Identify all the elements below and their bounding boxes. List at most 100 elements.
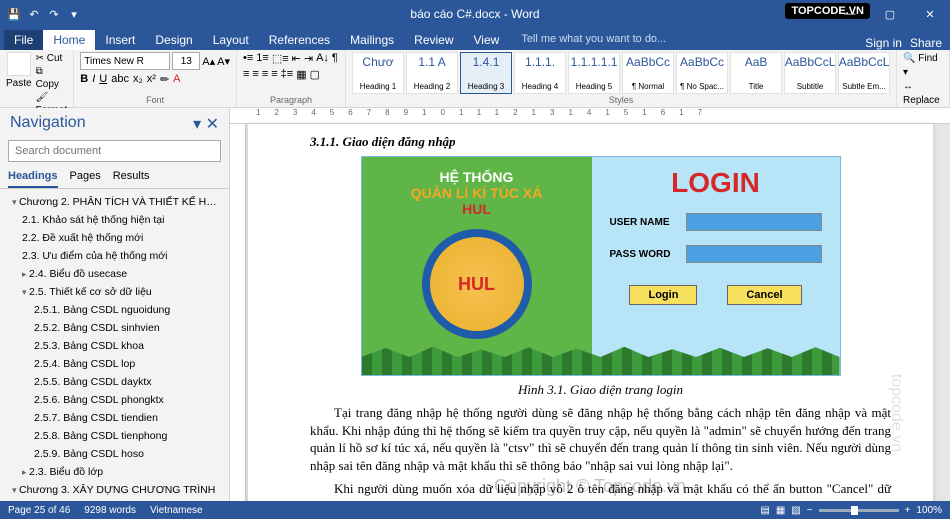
redo-icon[interactable]: ↷ — [46, 6, 62, 22]
nav-heading-item[interactable]: 2.5.4. Bảng CSDL lop — [8, 355, 225, 373]
view-web-icon[interactable]: ▧ — [791, 505, 800, 516]
nav-heading-item[interactable]: 2.5.7. Bảng CSDL tiendien — [8, 409, 225, 427]
navtab-headings[interactable]: Headings — [8, 166, 58, 188]
grow-font-icon[interactable]: A▴ — [202, 55, 215, 68]
align-center-icon[interactable]: ≡ — [252, 68, 258, 81]
navtab-pages[interactable]: Pages — [70, 166, 101, 188]
watermark-side: topcode.vn — [887, 374, 905, 452]
shrink-font-icon[interactable]: A▾ — [217, 55, 230, 68]
strike-button[interactable]: abc — [111, 73, 129, 86]
nav-heading-item[interactable]: 3.1. Giao diện — [8, 499, 225, 501]
align-left-icon[interactable]: ≡ — [243, 68, 249, 81]
tab-mailings[interactable]: Mailings — [340, 30, 404, 50]
find-button[interactable]: 🔍 Find ▾ — [903, 52, 943, 80]
maximize-icon[interactable]: ▢ — [870, 0, 910, 28]
status-lang[interactable]: Vietnamese — [150, 505, 203, 516]
horizontal-ruler[interactable]: 1234567891011121314151617 — [230, 108, 950, 124]
fig-password-label: PASS WORD — [610, 249, 678, 260]
search-document-input[interactable] — [8, 140, 221, 162]
nav-heading-item[interactable]: 2.5. Thiết kế cơ sở dữ liệu — [8, 283, 225, 301]
nav-heading-item[interactable]: 2.5.5. Bảng CSDL dayktx — [8, 373, 225, 391]
fig-password-input — [686, 245, 822, 263]
sign-in-button[interactable]: Sign in — [865, 36, 902, 50]
zoom-out-icon[interactable]: − — [807, 505, 813, 516]
share-button[interactable]: Share — [910, 36, 942, 50]
bold-button[interactable]: B — [80, 73, 88, 86]
style-title[interactable]: AaBTitle — [730, 52, 782, 94]
line-spacing-icon[interactable]: ‡≡ — [281, 68, 294, 81]
tell-me[interactable]: Tell me what you want to do... — [521, 33, 666, 45]
minimize-icon[interactable]: — — [830, 0, 870, 28]
nav-heading-item[interactable]: 2.5.9. Bảng CSDL hoso — [8, 445, 225, 463]
style-heading-1[interactable]: ChươHeading 1 — [352, 52, 404, 94]
quick-access-toolbar: 💾 ↶ ↷ ▾ — [0, 6, 88, 22]
nav-heading-item[interactable]: Chương 2. PHÂN TÍCH VÀ THIẾT KẾ HỆ THỐNG — [8, 193, 225, 211]
style-heading-4[interactable]: 1.1.1.Heading 4 — [514, 52, 566, 94]
tab-insert[interactable]: Insert — [95, 30, 145, 50]
zoom-in-icon[interactable]: + — [905, 505, 911, 516]
nav-heading-item[interactable]: 2.5.3. Bảng CSDL khoa — [8, 337, 225, 355]
justify-icon[interactable]: ≡ — [271, 68, 277, 81]
show-marks-icon[interactable]: ¶ — [332, 52, 338, 65]
style--normal[interactable]: AaBbCc¶ Normal — [622, 52, 674, 94]
decrease-indent-icon[interactable]: ⇤ — [292, 52, 301, 65]
zoom-level[interactable]: 100% — [916, 505, 942, 516]
highlight-button[interactable]: ✏ — [160, 73, 169, 86]
tab-design[interactable]: Design — [145, 30, 202, 50]
superscript-button[interactable]: x² — [147, 73, 156, 86]
font-family-select[interactable] — [80, 52, 170, 70]
undo-icon[interactable]: ↶ — [26, 6, 42, 22]
shading-icon[interactable]: ▦ — [296, 68, 306, 81]
increase-indent-icon[interactable]: ⇥ — [304, 52, 313, 65]
style--no-spac-[interactable]: AaBbCc¶ No Spac... — [676, 52, 728, 94]
sort-icon[interactable]: A↓ — [316, 52, 329, 65]
status-words[interactable]: 9298 words — [84, 505, 136, 516]
zoom-slider[interactable] — [819, 509, 899, 512]
numbering-icon[interactable]: 1≡ — [256, 52, 269, 65]
nav-heading-item[interactable]: 2.5.8. Bảng CSDL tienphong — [8, 427, 225, 445]
nav-close-icon[interactable]: ▾ ✕ — [193, 114, 219, 134]
multilevel-icon[interactable]: ⬚≡ — [272, 52, 289, 65]
document-page[interactable]: 3.1.1. Giao diện đăng nhập HỆ THỐNG QUẢN… — [248, 124, 933, 501]
qat-more-icon[interactable]: ▾ — [66, 6, 82, 22]
tab-file[interactable]: File — [4, 30, 43, 50]
view-readmode-icon[interactable]: ▤ — [760, 505, 769, 516]
close-icon[interactable]: ✕ — [910, 0, 950, 28]
tab-review[interactable]: Review — [404, 30, 463, 50]
replace-button[interactable]: ↔ Replace — [903, 80, 943, 108]
nav-heading-item[interactable]: 2.5.1. Bảng CSDL nguoidung — [8, 301, 225, 319]
style-heading-3[interactable]: 1.4.1Heading 3 — [460, 52, 512, 94]
borders-icon[interactable]: ▢ — [310, 68, 320, 81]
nav-heading-item[interactable]: Chương 3. XÂY DỰNG CHƯƠNG TRÌNH — [8, 481, 225, 499]
nav-heading-item[interactable]: 2.3. Ưu điểm của hệ thống mới — [8, 247, 225, 265]
tab-home[interactable]: Home — [43, 30, 95, 50]
nav-heading-item[interactable]: 2.1. Khảo sát hệ thống hiện tại — [8, 211, 225, 229]
tab-layout[interactable]: Layout — [203, 30, 259, 50]
nav-heading-item[interactable]: 2.2. Đề xuất hệ thống mới — [8, 229, 225, 247]
view-print-icon[interactable]: ▦ — [776, 505, 785, 516]
tab-view[interactable]: View — [464, 30, 510, 50]
cut-button[interactable]: ✂ Cut — [36, 52, 68, 65]
font-size-select[interactable] — [172, 52, 200, 70]
tab-references[interactable]: References — [259, 30, 340, 50]
copy-button[interactable]: ⧉ Copy — [36, 65, 68, 91]
nav-heading-item[interactable]: 2.5.6. Bảng CSDL phongktx — [8, 391, 225, 409]
subscript-button[interactable]: x₂ — [133, 73, 143, 86]
nav-heading-item[interactable]: 2.5.2. Bảng CSDL sinhvien — [8, 319, 225, 337]
font-color-button[interactable]: A — [173, 73, 180, 86]
save-icon[interactable]: 💾 — [6, 6, 22, 22]
italic-button[interactable]: I — [92, 73, 95, 86]
status-page[interactable]: Page 25 of 46 — [8, 505, 70, 516]
align-right-icon[interactable]: ≡ — [262, 68, 268, 81]
navtab-results[interactable]: Results — [113, 166, 150, 188]
nav-heading-item[interactable]: 2.3. Biểu đồ lớp — [8, 463, 225, 481]
underline-button[interactable]: U — [99, 73, 107, 86]
bullets-icon[interactable]: •≡ — [243, 52, 253, 65]
style-heading-5[interactable]: 1.1.1.1.1Heading 5 — [568, 52, 620, 94]
style-subtitle[interactable]: AaBbCcLSubtitle — [784, 52, 836, 94]
style-heading-2[interactable]: 1.1 AHeading 2 — [406, 52, 458, 94]
nav-heading-item[interactable]: 2.4. Biểu đồ usecase — [8, 265, 225, 283]
style-subtle-em-[interactable]: AaBbCcLSubtle Em... — [838, 52, 890, 94]
titlebar: 💾 ↶ ↷ ▾ báo cáo C#.docx - Word TOPCODE.V… — [0, 0, 950, 28]
vertical-ruler[interactable] — [230, 124, 246, 501]
